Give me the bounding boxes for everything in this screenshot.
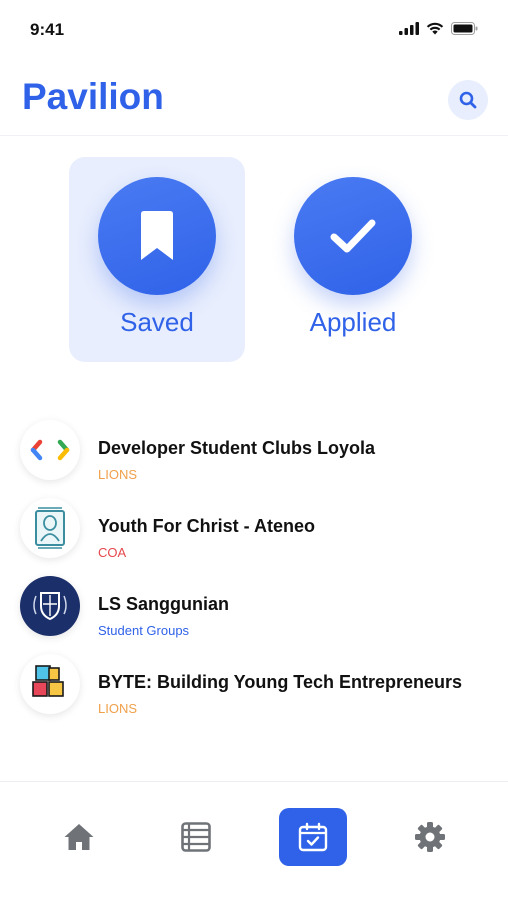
- saved-category[interactable]: Saved: [69, 157, 245, 362]
- org-name: BYTE: Building Young Tech Entrepreneurs: [98, 672, 463, 692]
- org-tag: COA: [98, 545, 127, 560]
- org-name: LS Sanggunian: [98, 594, 230, 614]
- home-icon: [64, 824, 94, 850]
- yfc-logo: [20, 498, 80, 558]
- stacked-cubes-icon: [32, 665, 64, 697]
- app-header: Pavilion: [0, 62, 508, 136]
- saved-circle: [98, 177, 216, 295]
- list-item[interactable]: Youth For Christ - Ateneo COA: [0, 498, 508, 576]
- list-icon: [181, 822, 211, 852]
- search-button[interactable]: [448, 80, 488, 120]
- org-tag: Student Groups: [98, 623, 190, 638]
- list-item[interactable]: Developer Student Clubs Loyola LIONS: [0, 420, 508, 498]
- search-icon: [459, 91, 477, 109]
- saved-label: Saved: [120, 307, 194, 337]
- checkmark-icon: [330, 219, 376, 253]
- calendar-check-icon: [298, 822, 328, 852]
- org-name: Developer Student Clubs Loyola: [98, 438, 376, 458]
- code-brackets-icon: [30, 439, 70, 461]
- org-tag: LIONS: [98, 701, 138, 716]
- list-item[interactable]: LS Sanggunian Student Groups: [0, 576, 508, 654]
- nav-settings-button[interactable]: [396, 808, 464, 866]
- applied-circle: [294, 177, 412, 295]
- org-tag: LIONS: [98, 467, 138, 482]
- organization-list: Developer Student Clubs Loyola LIONS You…: [0, 420, 508, 732]
- nav-list-button[interactable]: [162, 808, 230, 866]
- app-title: Pavilion: [22, 76, 164, 117]
- applied-category[interactable]: Applied: [265, 157, 441, 362]
- status-icons: [399, 22, 478, 35]
- byte-logo: [20, 654, 80, 714]
- yfc-emblem-icon: [35, 507, 65, 549]
- ls-sanggunian-logo: [20, 576, 80, 636]
- bookmark-icon: [141, 211, 173, 260]
- signal-icon: [399, 22, 419, 35]
- status-bar: 9:41: [0, 0, 508, 62]
- gear-icon: [415, 822, 445, 852]
- nav-calendar-button[interactable]: [279, 808, 347, 866]
- org-name: Youth For Christ - Ateneo: [98, 516, 315, 536]
- list-item[interactable]: BYTE: Building Young Tech Entrepreneurs …: [0, 654, 508, 732]
- nav-home-button[interactable]: [45, 808, 113, 866]
- battery-icon: [451, 22, 478, 35]
- wifi-icon: [426, 22, 444, 35]
- shield-crest-icon: [33, 592, 67, 621]
- bottom-nav: [0, 781, 508, 900]
- applied-label: Applied: [309, 307, 397, 337]
- status-time: 9:41: [30, 20, 65, 39]
- dsc-logo: [20, 420, 80, 480]
